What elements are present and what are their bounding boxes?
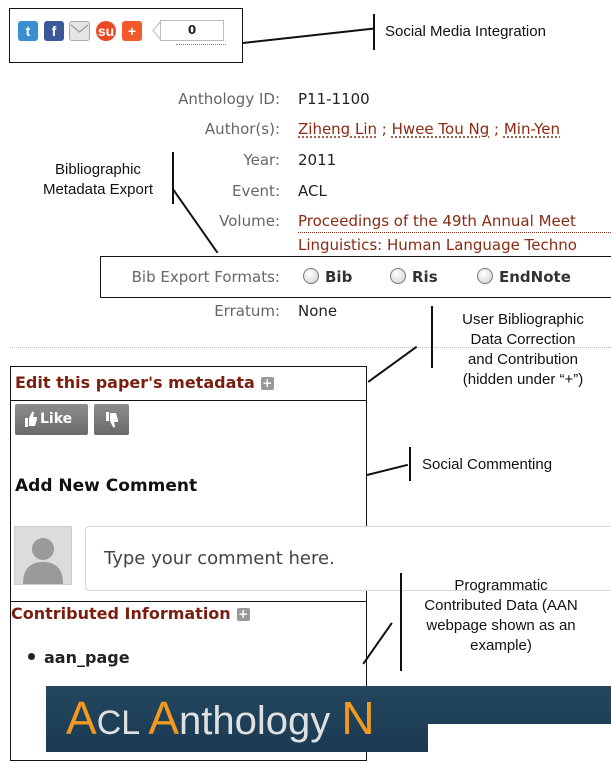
erratum-value: None [298, 302, 338, 320]
bib-format-option[interactable]: Bib [303, 268, 352, 286]
dislike-button[interactable] [94, 404, 129, 435]
callout-tick-programmatic [400, 573, 402, 671]
stumbleupon-icon[interactable]: su [96, 21, 116, 41]
avatar [14, 526, 72, 585]
volume-underline-1 [298, 232, 611, 233]
year-label: Year: [243, 151, 280, 169]
callout-tick-commenting [409, 447, 411, 481]
author-link[interactable]: Min-Yen [504, 120, 560, 138]
callout-social-media: Social Media Integration [385, 23, 546, 40]
anthology-id-label: Anthology ID: [178, 90, 280, 108]
callout-bib-export: Bibliographic Metadata Export [42, 161, 154, 198]
expand-plus-icon[interactable]: + [260, 377, 274, 390]
banner-redaction [428, 724, 611, 752]
edit-metadata-title[interactable]: Edit this paper's metadata + [15, 373, 274, 392]
thumbs-down-icon [104, 404, 120, 447]
email-icon[interactable] [69, 21, 90, 41]
volume-label: Volume: [219, 212, 280, 230]
callout-tick-social [373, 14, 375, 50]
radio-icon[interactable] [477, 268, 493, 284]
share-count-underline [176, 44, 226, 45]
callout-line-social [242, 27, 374, 44]
radio-icon[interactable] [390, 268, 406, 284]
author-link[interactable]: Hwee Tou Ng [392, 120, 490, 138]
radio-icon[interactable] [303, 268, 319, 284]
expand-plus-icon[interactable]: + [236, 608, 250, 621]
contributed-title[interactable]: Contributed Information + [11, 604, 250, 623]
callout-line-bib [172, 188, 219, 254]
anthology-id-value: P11-1100 [298, 90, 370, 108]
aan-banner-title: ACL Anthology N [66, 692, 375, 744]
volume-value-line1[interactable]: Proceedings of the 49th Annual Meet [298, 212, 576, 230]
like-button[interactable]: Like [15, 404, 88, 435]
event-value: ACL [298, 182, 327, 200]
callout-user-correction: User Bibliographic Data Correction and C… [462, 311, 584, 388]
author-link[interactable]: Ziheng Lin [298, 120, 377, 138]
callout-tick-edit [431, 306, 433, 368]
callout-social-commenting: Social Commenting [422, 456, 553, 473]
year-value: 2011 [298, 151, 337, 169]
addthis-plus-icon[interactable]: + [122, 21, 142, 41]
add-comment-title: Add New Comment [15, 476, 198, 496]
ris-format-option[interactable]: Ris [390, 268, 438, 286]
comment-placeholder: Type your comment here. [104, 548, 335, 569]
authors-label: Author(s): [204, 120, 280, 138]
callout-programmatic: Programmatic Contributed Data (AAN webpa… [424, 577, 578, 654]
event-label: Event: [231, 182, 280, 200]
thumbs-up-icon [23, 404, 37, 447]
twitter-icon[interactable]: t [18, 21, 38, 41]
authors-value: Ziheng Lin ; Hwee Tou Ng ; Min-Yen [298, 120, 561, 138]
callout-tick-bib [172, 152, 174, 204]
facebook-icon[interactable]: f [44, 21, 64, 41]
volume-value-line2[interactable]: Linguistics: Human Language Techno [298, 236, 577, 254]
list-item[interactable]: aan_page [28, 648, 130, 667]
user-silhouette-icon [23, 538, 63, 584]
callout-line-commenting [366, 463, 408, 476]
aan-banner: ACL Anthology N [46, 686, 611, 752]
share-count: 0 [160, 20, 224, 41]
endnote-format-option[interactable]: EndNote [477, 268, 571, 286]
erratum-label: Erratum: [214, 302, 280, 320]
bib-export-label: Bib Export Formats: [131, 268, 280, 286]
share-count-bubble: 0 [150, 20, 224, 41]
callout-line-edit [367, 345, 417, 383]
bullet-icon [28, 653, 35, 660]
